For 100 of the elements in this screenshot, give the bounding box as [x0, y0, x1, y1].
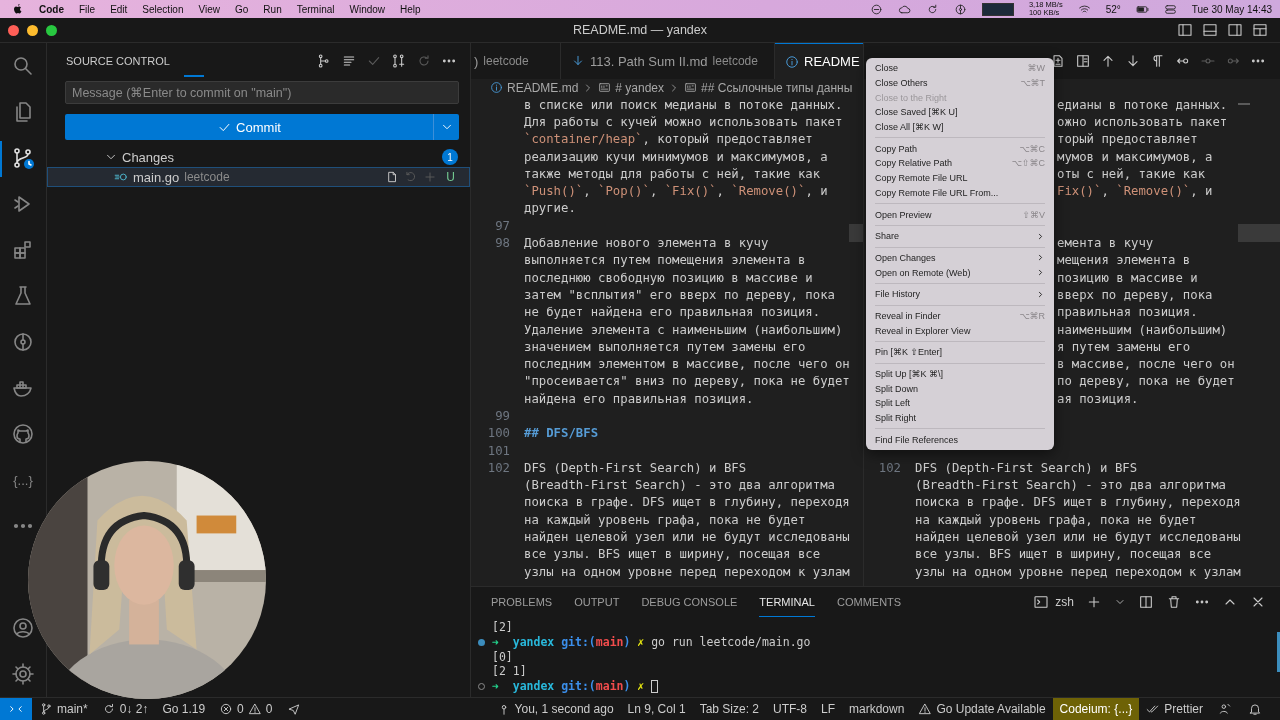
panel-tab[interactable]: DEBUG CONSOLE [641, 587, 738, 617]
settings-icon[interactable] [11, 662, 35, 686]
scrollbar-thumb[interactable] [1238, 224, 1280, 242]
status-item[interactable]: main* [32, 698, 95, 720]
control-center-icon[interactable] [1163, 2, 1177, 16]
menu-item[interactable]: Share [866, 228, 1054, 244]
pilcrow-icon[interactable] [1150, 53, 1166, 69]
menu-item[interactable]: Split Down [866, 381, 1054, 397]
editor-tab[interactable]: README [775, 43, 863, 79]
close-button[interactable] [8, 24, 19, 36]
branch-plus-icon[interactable] [391, 53, 407, 69]
breadcrumb-item[interactable]: # yandex [615, 80, 665, 95]
panel-tab[interactable]: OUTPUT [574, 587, 620, 617]
status-item[interactable]: 0↓ 2↑ [94, 698, 156, 720]
menu-item[interactable]: Open Changes [866, 250, 1054, 266]
status-item[interactable]: You, 1 second ago [489, 698, 621, 720]
menu-item[interactable]: Split Right [866, 410, 1054, 426]
menu-item[interactable]: Find File References [866, 432, 1054, 448]
plus-icon[interactable] [1086, 594, 1102, 610]
arrow-down-icon [571, 54, 585, 68]
menu-item[interactable]: Edit [110, 3, 128, 15]
go-file-icon [114, 170, 128, 184]
menu-item[interactable]: Close Saved [⌘K U] [866, 105, 1054, 120]
terminal-icon[interactable] [1033, 594, 1050, 610]
cat-circle-icon[interactable] [11, 422, 35, 446]
menu-item[interactable]: View [198, 3, 220, 15]
account-icon[interactable] [11, 616, 35, 640]
section-header[interactable]: Changes [122, 149, 175, 165]
menu-item[interactable]: Copy Relative Path ⌥⇧⌘C [866, 156, 1054, 171]
commit-button[interactable]: Commit [65, 114, 434, 140]
split-icon[interactable] [1138, 594, 1154, 610]
line-number: 99 [494, 409, 510, 423]
panel-toggle-icon[interactable] [1202, 22, 1218, 38]
breadcrumb-item[interactable]: README.md [507, 80, 579, 95]
menu-item[interactable]: Selection [142, 3, 184, 15]
code-line: выполняется путем помещения элемента в [524, 253, 806, 268]
activity-item[interactable]: {...} [13, 472, 33, 488]
commit-message-field[interactable]: Message (⌘Enter to commit on "main") [65, 81, 459, 104]
panel-tab[interactable]: TERMINAL [759, 587, 815, 617]
status-item[interactable]: LF [814, 698, 843, 720]
zoom-button[interactable] [46, 24, 57, 36]
arrow-down-icon[interactable] [1125, 53, 1141, 69]
file-row[interactable]: main.go leetcode U [47, 167, 470, 187]
preview-icon[interactable] [1075, 53, 1091, 69]
minimize-button[interactable] [27, 24, 38, 36]
menu-item[interactable]: File [79, 3, 96, 15]
status-item[interactable]: Go Update Available [911, 698, 1053, 720]
menu-item[interactable]: Go [235, 3, 249, 15]
status-item[interactable]: Go 1.19 [155, 698, 213, 720]
apple-icon[interactable] [12, 3, 24, 15]
scrollbar-thumb[interactable] [849, 224, 863, 242]
menu-item[interactable]: Open on Remote (Web) [866, 265, 1054, 280]
panel-tab[interactable]: COMMENTS [836, 587, 902, 617]
list-icon[interactable] [341, 53, 357, 69]
menu-item[interactable]: Reveal in Explorer View [866, 323, 1054, 338]
search-icon[interactable] [11, 54, 35, 78]
status-item[interactable]: Codeium: {...} [1052, 698, 1140, 720]
menu-item[interactable]: Copy Path ⌥⌘C [866, 141, 1054, 157]
menu-item[interactable]: Pin [⌘K ⇧Enter] [866, 345, 1054, 360]
trash-icon[interactable] [1166, 594, 1182, 610]
menu-item[interactable]: Close Others ⌥⌘T [866, 75, 1054, 91]
command-marker[interactable] [478, 638, 485, 646]
status-icon[interactable] [869, 2, 883, 16]
menu-item[interactable]: Window [349, 3, 386, 15]
menu-item[interactable]: Terminal [296, 3, 335, 15]
menu-item[interactable]: Split Left [866, 396, 1054, 411]
graph-icon[interactable] [953, 2, 967, 16]
send-icon[interactable] [287, 702, 302, 716]
panel-tab[interactable]: PROBLEMS [491, 587, 553, 617]
sidebar-toggle-icon[interactable] [1177, 22, 1193, 38]
menu-item[interactable]: File History [866, 286, 1054, 302]
menu-item[interactable]: Run [263, 3, 282, 15]
graph-icon[interactable] [11, 330, 35, 354]
status-item[interactable]: Tab Size: 2 [692, 698, 766, 720]
feedback-icon[interactable] [1218, 702, 1232, 716]
menu-item[interactable]: Reveal in Finder ⌥⌘R [866, 308, 1054, 324]
menu-item[interactable]: Copy Remote File URL [866, 170, 1054, 186]
status-item[interactable]: Ln 9, Col 1 [620, 698, 693, 720]
scrollbar-thumb[interactable] [1277, 632, 1280, 672]
status-item[interactable]: markdown [842, 698, 912, 720]
status-item[interactable]: Prettier [1139, 698, 1210, 720]
menu-item[interactable]: Close All [⌘K W] [866, 119, 1054, 135]
menu-item[interactable]: Help [400, 3, 421, 15]
secondary-sidebar-icon[interactable] [1227, 22, 1243, 38]
cpu-meter[interactable] [981, 2, 1014, 16]
status-item[interactable]: UTF-8 [766, 698, 814, 720]
menu-item[interactable]: Split Up [⌘K ⌘\] [866, 366, 1054, 382]
menu-item[interactable]: Close ⌘W [866, 61, 1054, 76]
menu-item[interactable]: Code [39, 3, 64, 15]
shell-name[interactable]: zsh [1055, 595, 1074, 609]
menu-item[interactable]: Open Preview ⇧⌘V [866, 207, 1054, 222]
layout-icon[interactable] [1252, 22, 1268, 38]
menu-item[interactable]: Copy Remote File URL From... [866, 185, 1054, 201]
breadcrumb-item[interactable]: ## Ссылочные типы данны [701, 80, 853, 95]
branch-icon[interactable] [11, 146, 35, 170]
bell-icon[interactable] [1248, 702, 1262, 716]
arrow-up-icon[interactable] [1100, 53, 1116, 69]
problems-status[interactable]: 0 0 [212, 698, 280, 720]
diff-icon[interactable] [1050, 53, 1066, 69]
editor-tab[interactable]: ) leetcode [471, 43, 561, 79]
